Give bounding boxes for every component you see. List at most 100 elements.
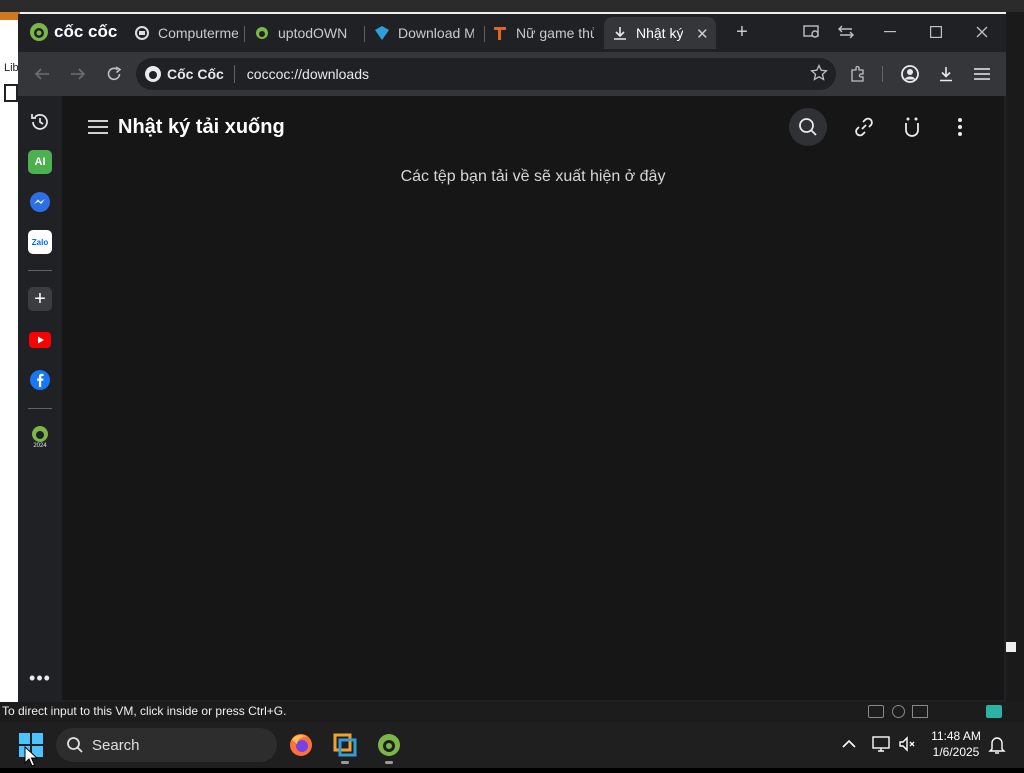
new-tab-icon[interactable]: + xyxy=(730,20,754,44)
taskbar-clock[interactable]: 11:48 AM 1/6/2025 xyxy=(922,728,990,760)
tab-separator xyxy=(364,26,365,42)
ai-icon[interactable]: AI xyxy=(28,150,52,174)
app-running-indicator xyxy=(341,761,349,764)
downloads-page: Nhật ký tải xuống Các tệp bạn tải về sẽ … xyxy=(62,96,1004,700)
search-icon xyxy=(67,737,83,753)
profile-button[interactable] xyxy=(896,60,924,88)
app-running-indicator xyxy=(385,761,393,764)
coccoc-brand-text: cốc cốc xyxy=(54,22,118,41)
search-downloads-button[interactable] xyxy=(789,108,827,146)
tab-label: uptodOWN xyxy=(278,25,348,41)
coccoc-logo-icon xyxy=(30,23,48,41)
vm-app-icon xyxy=(0,12,20,20)
empty-state-message: Các tệp bạn tải về sẽ xuất hiện ở đây xyxy=(400,168,666,185)
back-arrow-icon xyxy=(34,68,49,80)
bookmark-star-icon[interactable] xyxy=(810,63,828,85)
clock-time: 11:48 AM xyxy=(931,729,981,743)
youtube-icon[interactable] xyxy=(28,328,52,352)
add-icon[interactable]: + xyxy=(28,287,52,311)
coccoc-logo[interactable]: cốc cốc xyxy=(28,20,117,44)
vm-cd-icon[interactable] xyxy=(892,705,905,718)
browser-sidebar: AI Zalo + 2024 ••• xyxy=(18,96,62,702)
tab-label: Download M xyxy=(398,25,474,41)
taskbar-search[interactable]: Search xyxy=(56,728,277,762)
browser-toolbar: Cốc Cốc coccoc://downloads xyxy=(18,52,1006,96)
download-history-tab-icon xyxy=(612,25,628,41)
tab-download[interactable]: Download M xyxy=(374,17,474,49)
puzzle-icon xyxy=(851,65,864,82)
more-icon[interactable]: ••• xyxy=(28,666,52,690)
year-label: 2024 xyxy=(33,443,47,449)
vm-title-bar xyxy=(0,0,1024,12)
zalo-icon[interactable]: Zalo xyxy=(28,230,52,254)
chevron-up-icon[interactable] xyxy=(842,736,856,754)
sidebar-divider xyxy=(28,270,52,271)
network-icon[interactable] xyxy=(872,735,890,758)
address-bar[interactable]: Cốc Cốc coccoc://downloads xyxy=(136,58,836,90)
vm-status-text: To direct input to this VM, click inside… xyxy=(2,704,287,718)
close-window-icon[interactable] xyxy=(968,20,996,44)
reload-icon xyxy=(107,66,122,81)
tab-label: Computerme xyxy=(158,25,238,41)
ai-label: AI xyxy=(34,156,46,168)
downloads-button[interactable] xyxy=(932,60,960,88)
tab-download-history[interactable]: Nhật ký ✕ xyxy=(604,17,716,49)
tab-separator xyxy=(484,26,485,42)
mouse-cursor-icon xyxy=(24,745,39,773)
vm-scroll-thumb[interactable] xyxy=(1006,642,1016,652)
game-tab-icon xyxy=(492,25,508,41)
computer-tab-icon xyxy=(134,25,150,41)
page-header: Nhật ký tải xuống xyxy=(62,96,1004,156)
maximize-icon[interactable] xyxy=(922,20,950,44)
vm-side-checkbox xyxy=(4,84,18,102)
vm-underlying-window-strip: Lib xyxy=(0,12,20,702)
omnibox-site-badge[interactable]: Cốc Cốc xyxy=(144,65,235,83)
back-button[interactable] xyxy=(28,60,56,88)
extension-button[interactable] xyxy=(893,108,931,146)
messenger-icon[interactable] xyxy=(28,190,52,214)
tab-close-icon[interactable]: ✕ xyxy=(696,25,709,43)
forward-button[interactable] xyxy=(64,60,92,88)
windows-taskbar: Search 11:48 AM 1/6/2025 xyxy=(0,722,1024,768)
volume-muted-icon[interactable] xyxy=(898,735,916,758)
history-icon[interactable] xyxy=(28,110,52,134)
minimize-icon[interactable] xyxy=(876,20,904,44)
reload-button[interactable] xyxy=(100,60,128,88)
tab-switch-icon[interactable] xyxy=(832,20,860,44)
omnibox-url[interactable]: coccoc://downloads xyxy=(235,66,369,82)
coccoc-2024-icon[interactable]: 2024 xyxy=(28,422,52,452)
vm-right-edge xyxy=(1006,12,1024,702)
tab-search-icon[interactable] xyxy=(798,20,826,44)
toolbar-divider xyxy=(882,66,883,82)
notification-bell-icon[interactable] xyxy=(988,735,1006,760)
zalo-label: Zalo xyxy=(31,237,49,247)
forward-arrow-icon xyxy=(71,68,86,80)
coccoc-taskbar-icon[interactable] xyxy=(373,729,405,764)
link-button[interactable] xyxy=(845,108,883,146)
facebook-icon[interactable] xyxy=(28,368,52,392)
page-title: Nhật ký tải xuống xyxy=(118,116,285,138)
u-extension-icon xyxy=(905,117,919,137)
tab-label: Nữ game thủ xyxy=(516,25,594,41)
vm-status-bar: To direct input to this VM, click inside… xyxy=(0,702,1024,722)
tab-label: Nhật ký xyxy=(636,25,684,41)
hamburger-icon xyxy=(974,68,990,80)
tab-strip: cốc cốc Computerme uptodOWN Download M N… xyxy=(18,14,1006,52)
tab-computerme[interactable]: Computerme xyxy=(134,17,238,49)
sidebar-divider xyxy=(28,408,52,409)
tab-uptodown[interactable]: uptodOWN xyxy=(254,17,352,49)
page-menu-icon[interactable] xyxy=(88,120,108,139)
browser-window: cốc cốc Computerme uptodOWN Download M N… xyxy=(18,14,1006,702)
tab-game[interactable]: Nữ game thủ xyxy=(492,17,594,49)
main-menu-button[interactable] xyxy=(968,60,996,88)
firefox-icon[interactable] xyxy=(285,729,317,761)
profile-icon xyxy=(901,65,919,83)
vm-network-icon[interactable] xyxy=(912,705,928,718)
clock-date: 1/6/2025 xyxy=(932,745,980,759)
download-icon xyxy=(940,67,952,82)
more-options-button[interactable] xyxy=(941,108,979,146)
vmware-icon[interactable] xyxy=(329,729,361,764)
extensions-button[interactable] xyxy=(844,60,872,88)
vm-drive-icon[interactable] xyxy=(868,705,884,718)
vm-message-icon[interactable] xyxy=(986,705,1002,718)
